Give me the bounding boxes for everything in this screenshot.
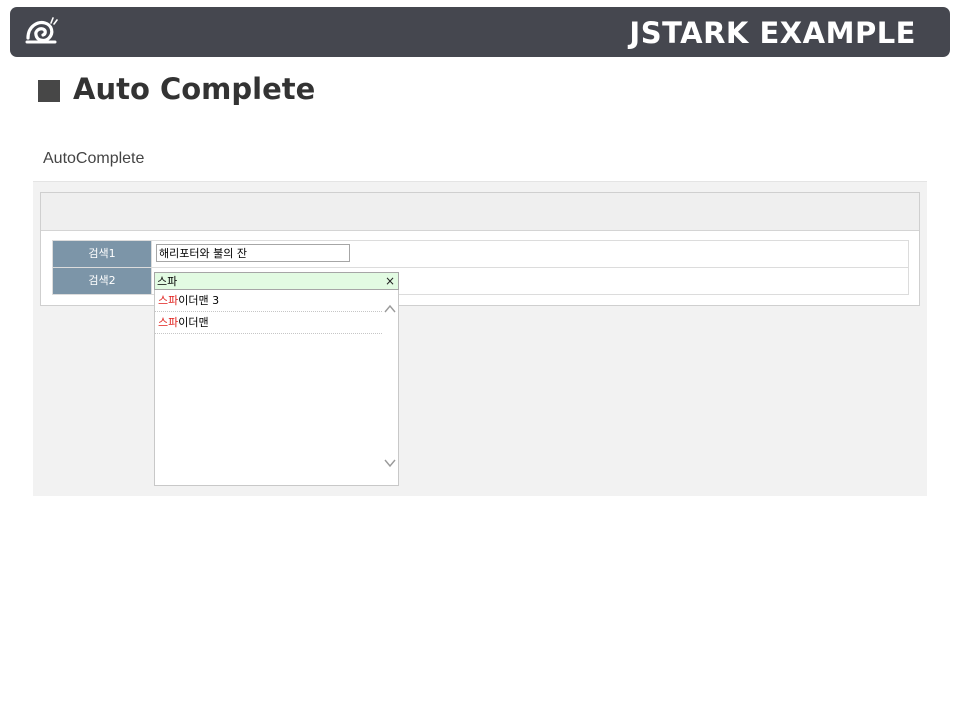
search2-field[interactable]: × [154,272,399,290]
search2-label: 검색2 [53,268,152,294]
match-text: 스파 [158,316,179,329]
autocomplete-option[interactable]: 스파이더맨 [155,313,382,334]
search2-input[interactable] [155,273,384,289]
search1-row: 검색1 [53,241,908,268]
header-bar: JSTARK EXAMPLE [10,7,950,57]
chevron-down-icon[interactable] [384,458,396,468]
chevron-up-icon[interactable] [384,304,396,314]
snail-icon [25,17,58,44]
match-text: 스파 [158,294,179,307]
option-text: 이더맨 [178,316,209,329]
dropdown-scrollbar[interactable] [382,290,398,485]
brand-title: JSTARK EXAMPLE [629,16,916,50]
form-header [41,193,919,231]
clear-icon[interactable]: × [385,273,395,289]
title-bullet-icon [38,80,60,102]
search1-label: 검색1 [53,241,152,267]
autocomplete-option[interactable]: 스파이더맨 3 [155,291,382,312]
section-label: AutoComplete [43,150,145,167]
search1-input[interactable] [156,244,350,262]
option-text: 이더맨 3 [178,294,220,307]
page-title: Auto Complete [73,72,316,106]
autocomplete-dropdown: 스파이더맨 3 스파이더맨 [154,290,399,486]
